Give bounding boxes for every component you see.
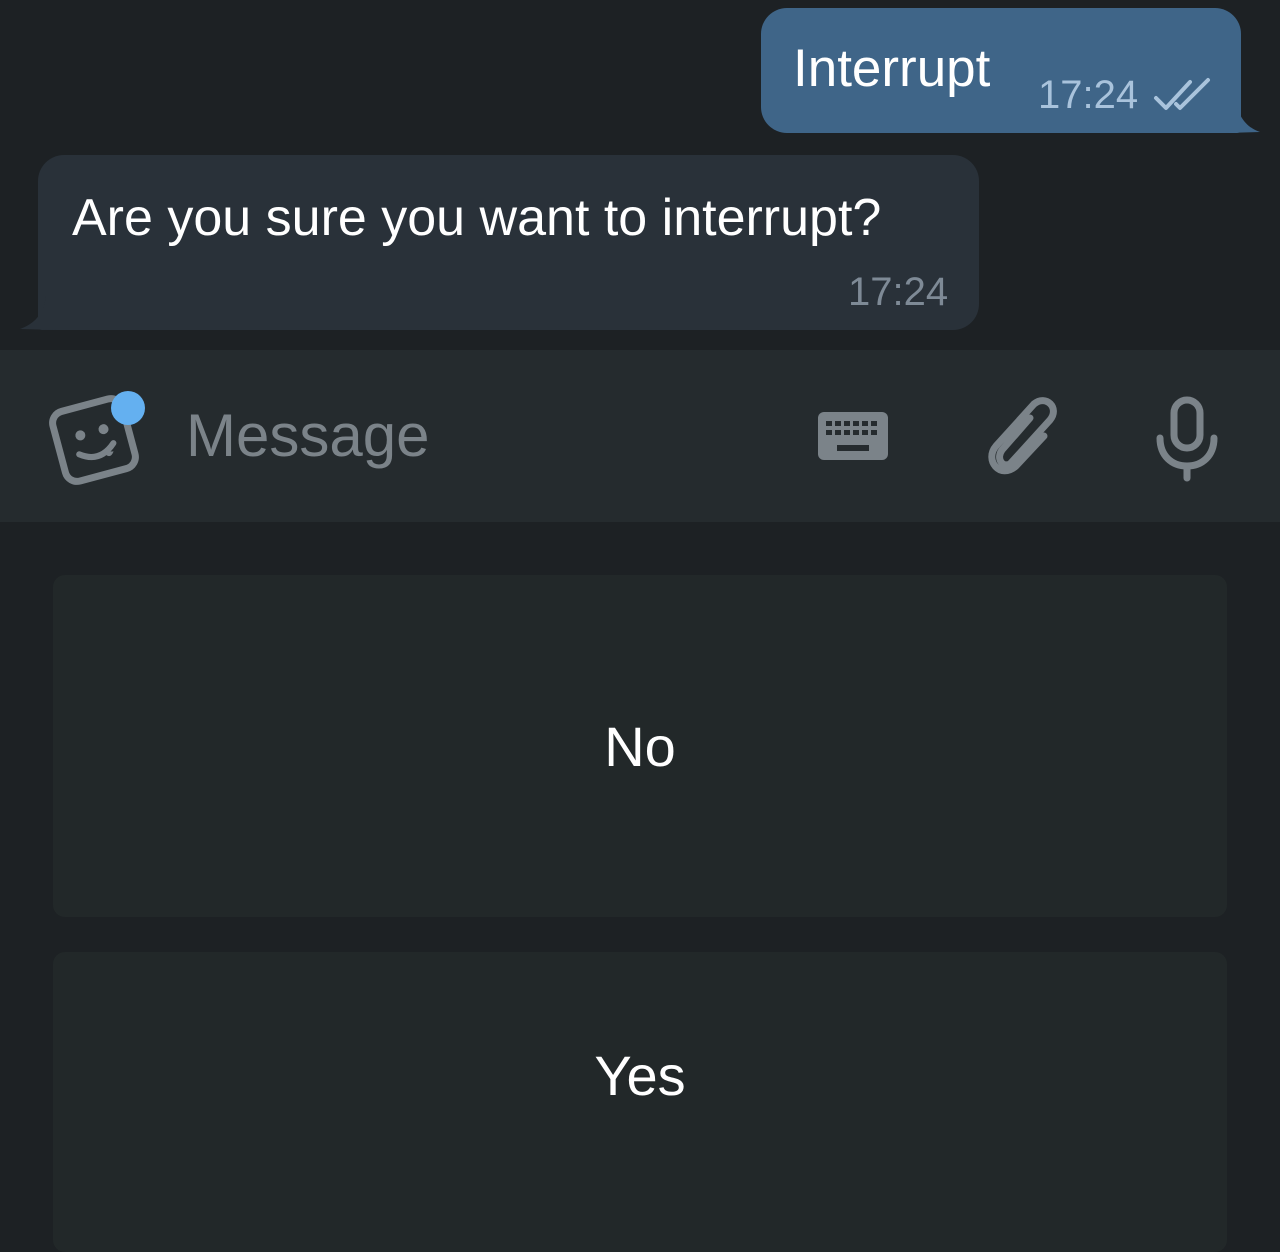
- outgoing-bubble-tail: [1226, 100, 1260, 133]
- chat-area: Interrupt 17:24 Are you sure you want to…: [0, 0, 1280, 350]
- yes-button[interactable]: Yes: [53, 952, 1227, 1252]
- keyboard-icon[interactable]: [816, 410, 890, 462]
- incoming-message-time: 17:24: [848, 270, 949, 314]
- double-check-icon: [1154, 78, 1210, 110]
- incoming-message-text: Are you sure you want to interrupt?: [72, 189, 882, 247]
- yes-button-label: Yes: [594, 1043, 686, 1107]
- outgoing-message-text: Interrupt: [793, 39, 991, 98]
- attach-icon[interactable]: [980, 392, 1066, 482]
- sticker-icon[interactable]: [48, 388, 150, 488]
- outgoing-message-time: 17:24: [1038, 73, 1139, 117]
- mic-icon[interactable]: [1152, 394, 1222, 482]
- message-input[interactable]: Message: [186, 406, 429, 466]
- no-button-label: No: [604, 714, 676, 778]
- no-button[interactable]: No: [53, 575, 1227, 917]
- incoming-bubble-tail: [20, 296, 56, 330]
